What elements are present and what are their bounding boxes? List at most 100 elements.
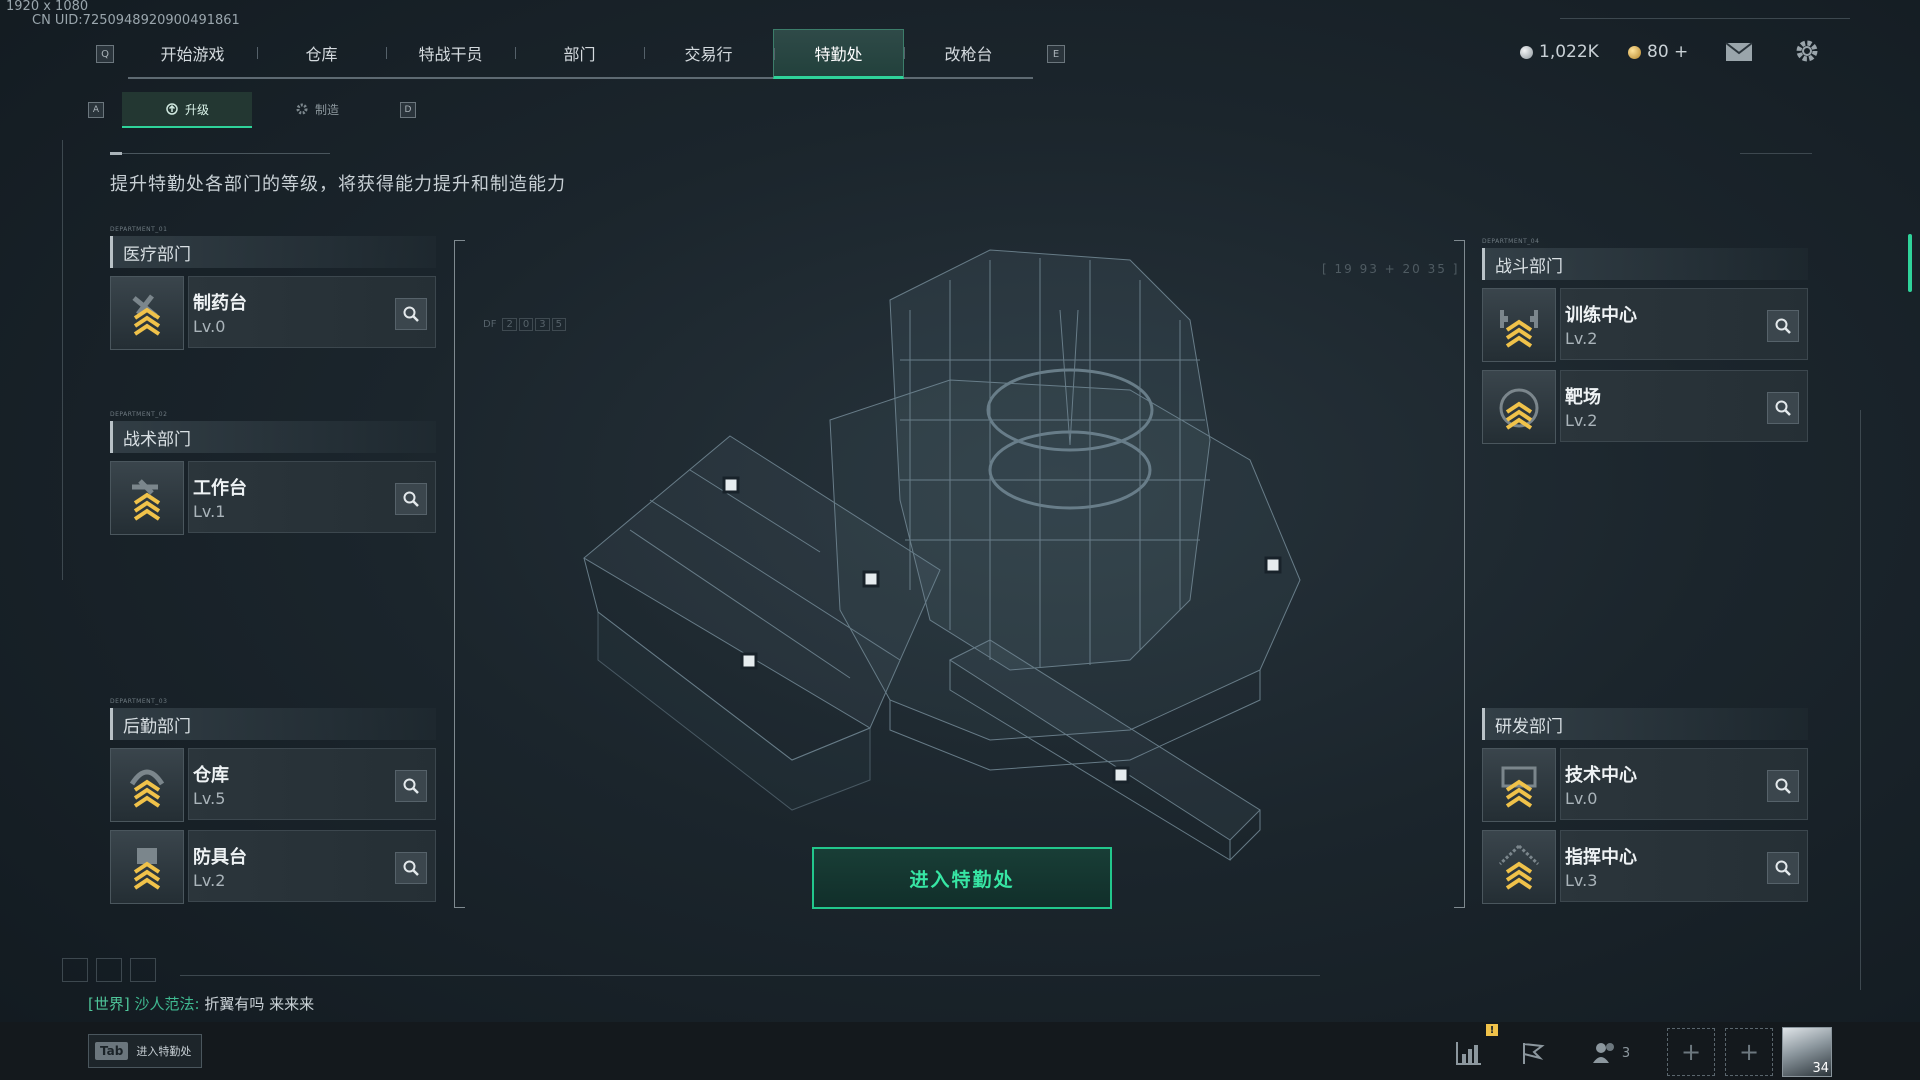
gold-currency[interactable]: 80 + (1628, 40, 1688, 64)
tab-hint-button[interactable]: Tab 进入特勤处 (88, 1034, 203, 1068)
facility-level: Lv.2 (1565, 329, 1598, 348)
facility-card[interactable]: 防具台 Lv.2 (188, 830, 436, 902)
facility-card[interactable]: 训练中心 Lv.2 (1560, 288, 1808, 360)
department-tag (1482, 698, 1808, 708)
search-icon[interactable] (1767, 770, 1799, 802)
tab-departments[interactable]: 部门 (515, 29, 644, 77)
add-teammate-slot[interactable]: + (1725, 1028, 1773, 1076)
facility-level: Lv.2 (193, 871, 226, 890)
gold-amount: 80 + (1647, 42, 1689, 62)
tab-special-ops[interactable]: 特勤处 (773, 29, 904, 79)
frame-line-top (1560, 18, 1850, 19)
uid-label: CN UID:7250948920900491861 (32, 13, 240, 28)
facility-card[interactable]: 仓库 Lv.5 (188, 748, 436, 820)
silver-currency[interactable]: 1,022K (1520, 40, 1599, 64)
key-hint-a[interactable]: A (88, 102, 104, 118)
gold-coin-icon (1628, 45, 1641, 59)
facility-name: 工作台 (193, 478, 247, 499)
facility-tech-center[interactable]: 技术中心 Lv.0 (1482, 748, 1808, 822)
facility-command-center[interactable]: 指挥中心 Lv.3 (1482, 830, 1808, 904)
squad-count: 3 (1621, 1045, 1631, 1061)
tab-start-game[interactable]: 开始游戏 (128, 29, 257, 77)
chat-message[interactable]: [世界] 沙人范法: 折翼有吗 来来来 (88, 993, 314, 1014)
tab-upgrade[interactable]: 升级 (122, 92, 252, 128)
search-icon[interactable] (395, 298, 427, 330)
flag-icon[interactable] (1514, 1034, 1552, 1072)
tab-craft[interactable]: 制造 (252, 92, 382, 126)
tab-hint-label: 进入特勤处 (136, 1045, 192, 1058)
department-medical: DEPARTMENT_01 医疗部门 制药台 Lv.0 (110, 226, 436, 358)
facility-level: Lv.3 (1565, 871, 1598, 890)
department-logistics: DEPARTMENT_03 后勤部门 仓库 Lv.5 防具台 Lv.2 (110, 698, 436, 912)
frame-line-left (62, 140, 63, 580)
add-teammate-slot[interactable]: + (1667, 1028, 1715, 1076)
key-hint-d[interactable]: D (400, 102, 416, 118)
department-tactical: DEPARTMENT_02 战术部门 工作台 Lv.1 (110, 411, 436, 543)
facility-card[interactable]: 制药台 Lv.0 (188, 276, 436, 348)
search-icon[interactable] (395, 770, 427, 802)
facility-warehouse[interactable]: 仓库 Lv.5 (110, 748, 436, 822)
command-chevron-icon (1482, 830, 1556, 904)
key-hint-e[interactable]: E (1047, 45, 1065, 63)
facility-pharmacy[interactable]: 制药台 Lv.0 (110, 276, 436, 350)
target-chevron-icon (1482, 370, 1556, 444)
facility-level: Lv.0 (1565, 789, 1598, 808)
top-navigation: Q 开始游戏 仓库 特战干员 部门 交易行 特勤处 改枪台 E (96, 29, 1065, 79)
df-digit: 5 (551, 318, 566, 331)
silver-coin-icon (1520, 45, 1533, 59)
department-title: 战斗部门 (1482, 248, 1808, 280)
search-icon[interactable] (1767, 310, 1799, 342)
tab-trade[interactable]: 交易行 (644, 29, 773, 77)
enter-special-ops-button[interactable]: 进入特勤处 (812, 847, 1112, 909)
player-avatar[interactable]: 34 (1782, 1027, 1832, 1077)
search-icon[interactable] (1767, 852, 1799, 884)
chat-sender: 沙人范法: (134, 995, 200, 1013)
squad-button[interactable]: 3 (1586, 1034, 1636, 1072)
settings-gear-icon[interactable] (1792, 36, 1822, 66)
mail-icon[interactable] (1724, 37, 1754, 67)
hud-slot (96, 958, 122, 982)
department-tag: DEPARTMENT_01 (110, 226, 168, 233)
df-digit: 0 (518, 318, 534, 331)
tab-warehouse[interactable]: 仓库 (257, 29, 386, 77)
search-icon[interactable] (395, 852, 427, 884)
facility-card[interactable]: 指挥中心 Lv.3 (1560, 830, 1808, 902)
department-title: 研发部门 (1482, 708, 1808, 740)
facility-workbench[interactable]: 工作台 Lv.1 (110, 461, 436, 535)
df-digit: 3 (535, 318, 550, 331)
medical-chevron-icon (110, 276, 184, 350)
hud-slot (130, 958, 156, 982)
description-divider (110, 152, 330, 155)
chat-channel: [世界] (88, 995, 130, 1013)
facility-armor-bench[interactable]: 防具台 Lv.2 (110, 830, 436, 904)
squad-icon (1592, 1043, 1614, 1063)
facility-training-center[interactable]: 训练中心 Lv.2 (1482, 288, 1808, 362)
sub-navigation: A 升级 制造 D (88, 92, 416, 128)
department-title: 后勤部门 (110, 708, 436, 740)
facility-shooting-range[interactable]: 靶场 Lv.2 (1482, 370, 1808, 444)
tab-craft-label: 制造 (314, 102, 339, 117)
main-tab-bar: 开始游戏 仓库 特战干员 部门 交易行 特勤处 改枪台 (128, 29, 1033, 79)
upgrade-icon (166, 103, 178, 115)
scroll-indicator[interactable] (1908, 234, 1912, 292)
search-icon[interactable] (1767, 392, 1799, 424)
stats-chart-icon[interactable] (1450, 1034, 1488, 1072)
facility-name: 训练中心 (1565, 305, 1637, 326)
wrench-chevron-icon (110, 461, 184, 535)
facility-card[interactable]: 技术中心 Lv.0 (1560, 748, 1808, 820)
tab-operators[interactable]: 特战干员 (386, 29, 515, 77)
facility-card[interactable]: 工作台 Lv.1 (188, 461, 436, 533)
df-label: DF (483, 319, 497, 330)
key-hint-q[interactable]: Q (96, 45, 114, 63)
department-tag: DEPARTMENT_04 (1482, 238, 1540, 245)
df-readout: DF 2 0 3 5 (483, 318, 566, 331)
facility-name: 防具台 (193, 847, 247, 868)
facility-card[interactable]: 靶场 Lv.2 (1560, 370, 1808, 442)
tab-gunsmith[interactable]: 改枪台 (904, 29, 1033, 77)
department-tag: DEPARTMENT_03 (110, 698, 168, 705)
facility-name: 靶场 (1565, 387, 1601, 408)
player-level: 34 (1812, 1061, 1829, 1076)
search-icon[interactable] (395, 483, 427, 515)
facility-name: 技术中心 (1565, 765, 1637, 786)
resolution-label: 1920 x 1080 (6, 0, 89, 14)
